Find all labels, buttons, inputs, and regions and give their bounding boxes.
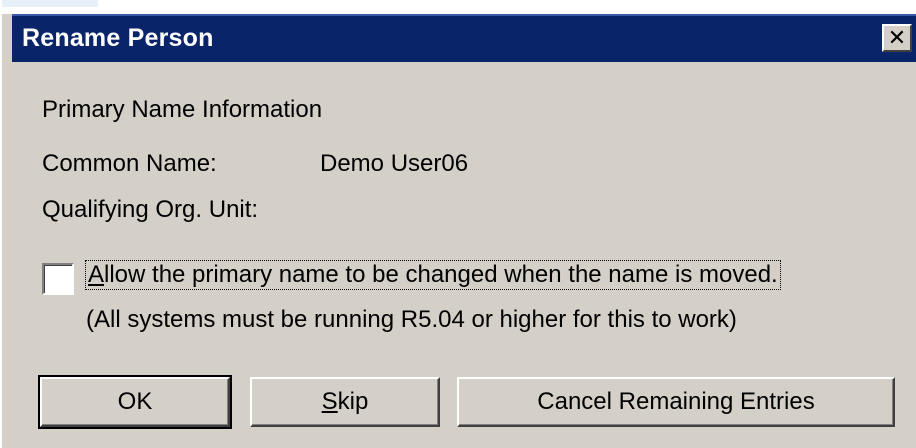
cancel-remaining-entries-label: Cancel Remaining Entries xyxy=(537,388,815,415)
qualifying-org-unit-label: Qualifying Org. Unit: xyxy=(42,196,259,223)
skip-button[interactable]: Skip xyxy=(250,377,440,427)
skip-accelerator: S xyxy=(321,388,338,415)
close-icon: ✕ xyxy=(887,25,907,50)
rename-person-dialog: Rename Person ✕ Primary Name Information… xyxy=(0,0,916,448)
ok-button[interactable]: OK xyxy=(38,375,232,429)
ok-button-label: OK xyxy=(117,388,153,415)
allow-rename-accelerator: A xyxy=(88,261,105,288)
window-title: Rename Person xyxy=(22,24,214,52)
close-button[interactable]: ✕ xyxy=(882,24,912,52)
common-name-label: Common Name: xyxy=(42,150,217,177)
section-title: Primary Name Information xyxy=(42,96,323,123)
skip-button-label: kip xyxy=(337,388,369,415)
common-name-value: Demo User06 xyxy=(320,150,469,177)
background-accent xyxy=(2,0,98,7)
background-strip xyxy=(2,0,916,14)
requirement-note: (All systems must be running R5.04 or hi… xyxy=(86,306,737,333)
allow-rename-checkbox[interactable] xyxy=(42,263,74,295)
title-bar[interactable]: Rename Person ✕ xyxy=(12,14,916,62)
allow-rename-label-text: llow the primary name to be changed when… xyxy=(104,261,778,288)
cancel-remaining-entries-button[interactable]: Cancel Remaining Entries xyxy=(457,377,895,427)
allow-rename-checkbox-label[interactable]: Allow the primary name to be changed whe… xyxy=(85,260,781,290)
